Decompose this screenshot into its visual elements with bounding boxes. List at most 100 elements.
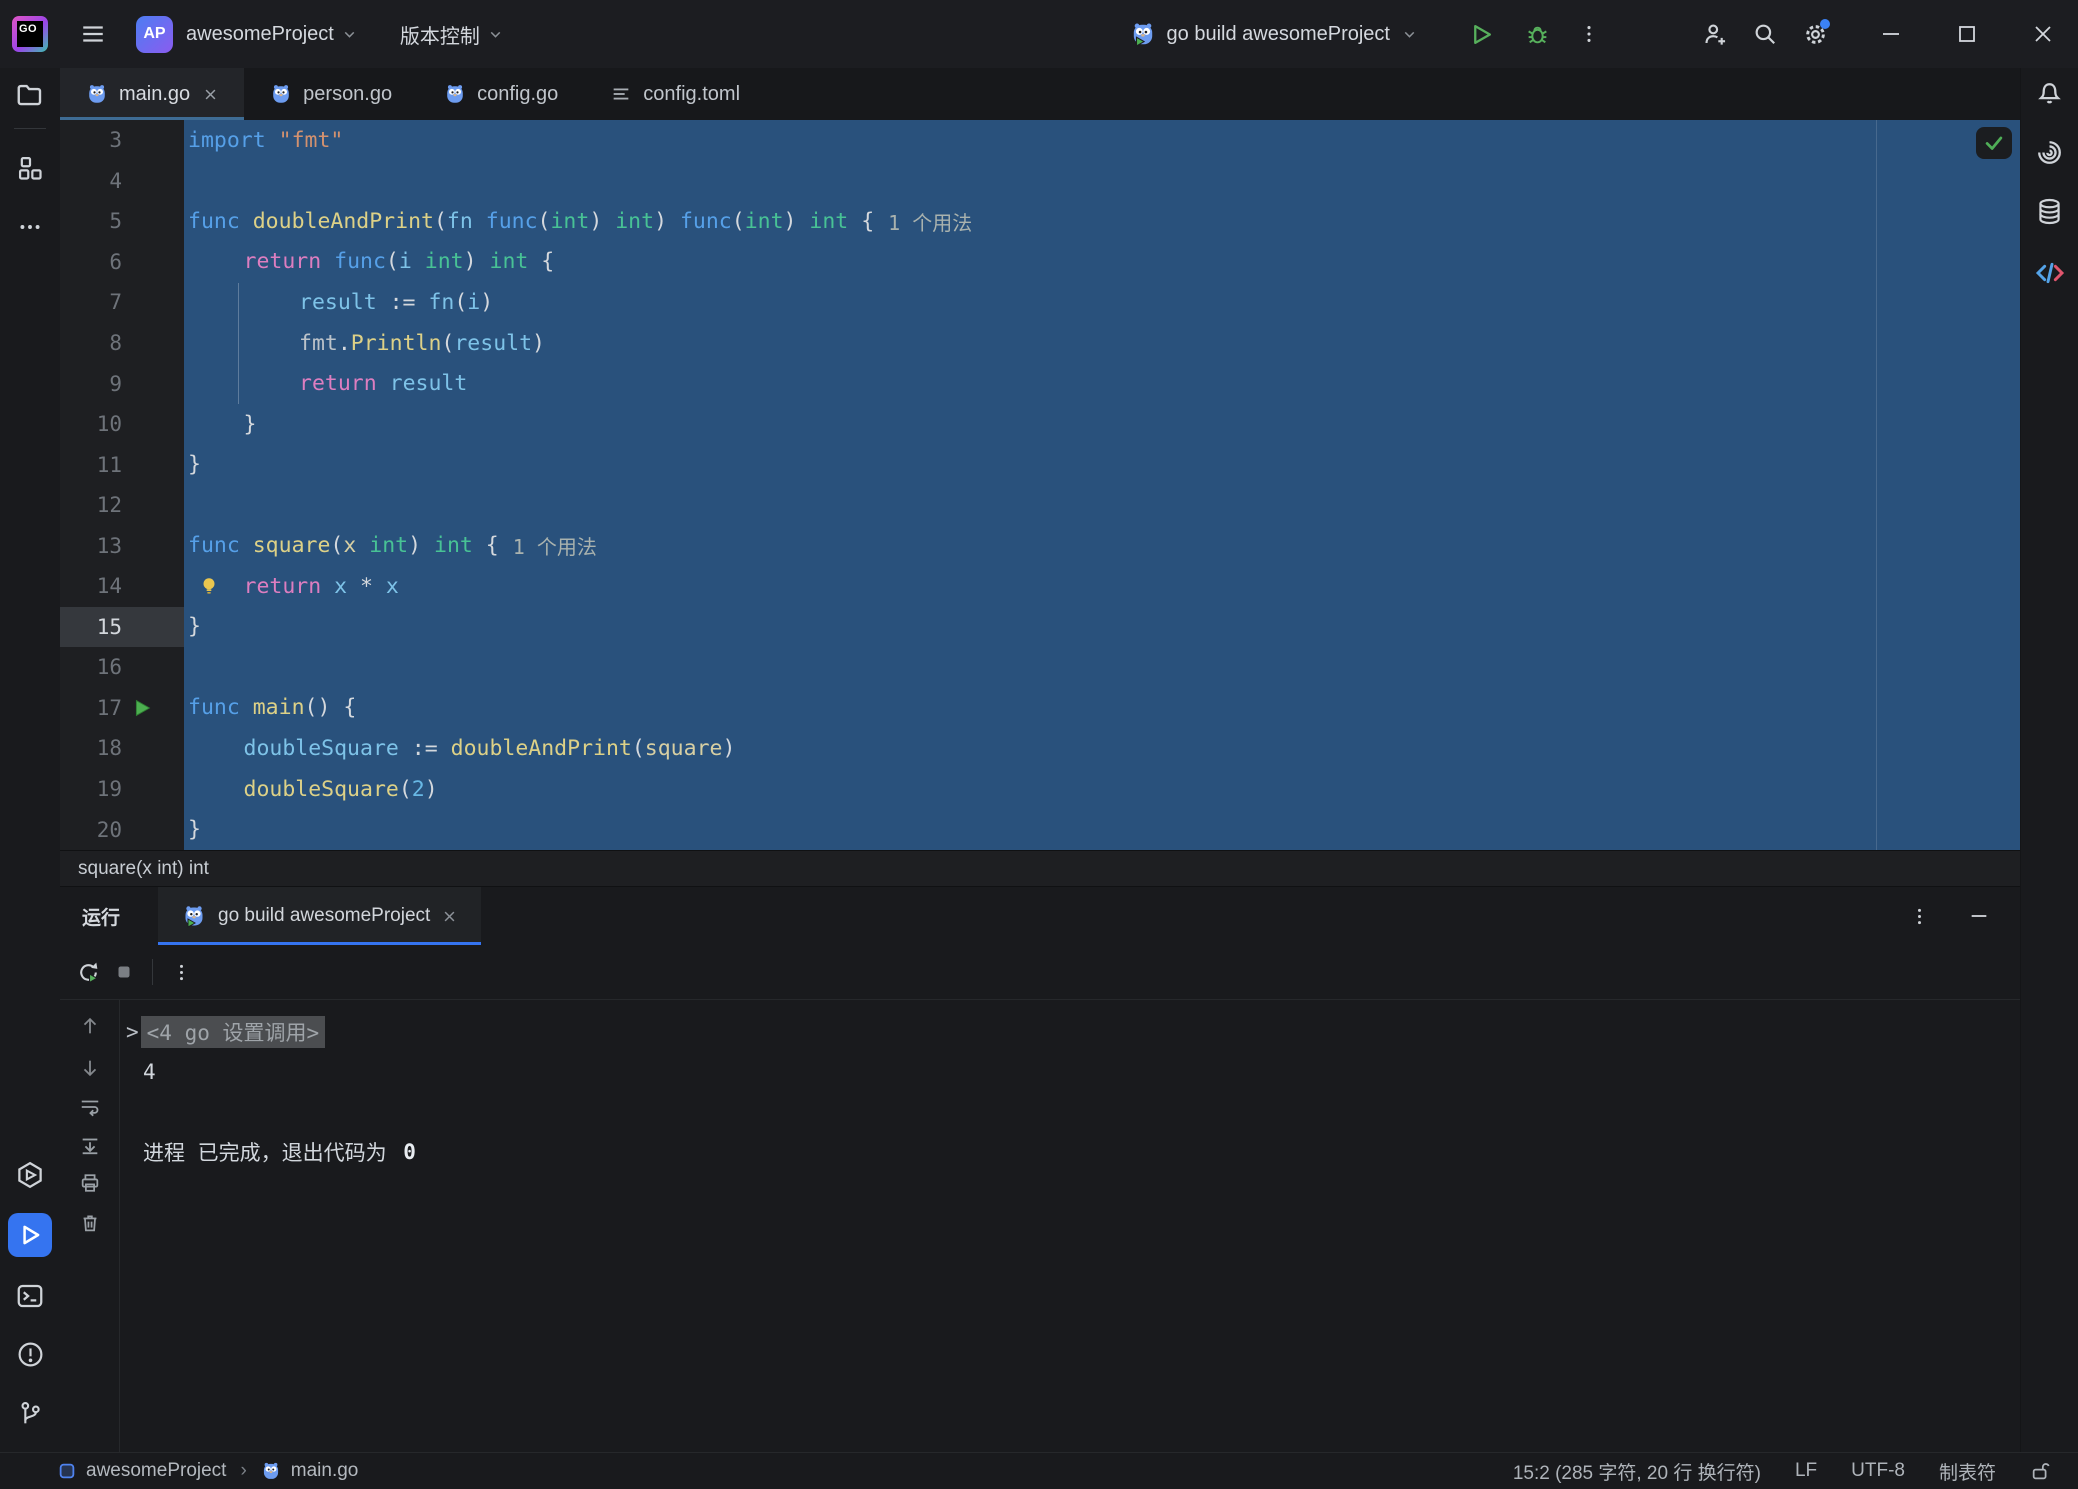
tab-config.go[interactable]: config.go (418, 68, 584, 120)
code-token: doubleSquare (244, 736, 399, 761)
code-line: fmt.Println(result) (184, 323, 2020, 364)
soft-wrap-icon[interactable] (73, 1090, 107, 1124)
usage-hint[interactable]: 1 个用法 (888, 207, 972, 236)
code-token: int (369, 533, 408, 558)
endpoints-code-icon[interactable] (2030, 253, 2070, 293)
window-minimize-button[interactable] (1874, 17, 1908, 51)
services-icon[interactable] (10, 1155, 50, 1195)
title-bar: GO AP awesomeProject 版本控制 go build aweso… (0, 0, 2078, 68)
code-token: Println (351, 331, 442, 356)
vcs-menu[interactable]: 版本控制 (400, 20, 480, 49)
code-token: func (188, 209, 240, 234)
code-token: int (809, 209, 848, 234)
code-token: func (680, 209, 732, 234)
close-icon[interactable] (442, 909, 457, 924)
code-token: i (399, 249, 412, 274)
file-encoding[interactable]: UTF-8 (1851, 1460, 1905, 1482)
tab-person.go[interactable]: person.go (244, 68, 418, 120)
line-number-text: 3 (109, 128, 122, 152)
goland-logo: GO (12, 16, 48, 52)
line-number: 14 (60, 566, 184, 607)
print-icon[interactable] (73, 1166, 107, 1200)
tab-main.go[interactable]: main.go (60, 68, 244, 120)
project-badge[interactable]: AP (136, 16, 173, 53)
rerun-button[interactable] (70, 954, 106, 990)
line-number-text: 16 (97, 655, 122, 679)
run-configuration-selector[interactable]: go build awesomeProject (1130, 21, 1418, 47)
settings-gear-icon[interactable] (1798, 17, 1832, 51)
project-folder-icon[interactable] (10, 75, 50, 115)
version-control-icon[interactable] (10, 1394, 50, 1434)
console-output-text: 4 (143, 1060, 156, 1084)
window-close-button[interactable] (2026, 17, 2060, 51)
console-line: ><4 go 设置调用> (120, 1012, 2020, 1052)
main-menu-icon[interactable] (76, 17, 110, 51)
code-token: } (244, 412, 257, 437)
debug-button[interactable] (1520, 17, 1554, 51)
tab-config.toml[interactable]: config.toml (584, 68, 766, 120)
project-name[interactable]: awesomeProject (186, 23, 334, 46)
run-line-icon[interactable] (132, 697, 153, 718)
code-area[interactable]: import "fmt"func doubleAndPrint(fn func(… (184, 120, 2020, 850)
console-output[interactable]: ><4 go 设置调用>4 进程 已完成，退出代码为 0 (120, 1000, 2020, 1452)
code-line: } (184, 444, 2020, 485)
notifications-bell-icon[interactable] (2030, 71, 2070, 111)
code-token (412, 249, 425, 274)
stop-button[interactable] (106, 954, 142, 990)
console-prompt-arrow: > (126, 1020, 139, 1044)
run-console: ><4 go 设置调用>4 进程 已完成，退出代码为 0 (60, 1000, 2020, 1452)
ai-assistant-icon[interactable] (2030, 132, 2070, 172)
code-token: int (615, 209, 654, 234)
inspections-widget[interactable] (1976, 127, 2012, 159)
console-more-icon[interactable] (163, 954, 199, 990)
structure-icon[interactable] (10, 148, 50, 188)
run-tab[interactable]: go build awesomeProject (158, 887, 481, 945)
code-line: return func(i int) int { (184, 242, 2020, 283)
console-command-hint[interactable]: <4 go 设置调用> (141, 1016, 326, 1048)
run-panel-minimize-icon[interactable] (1962, 899, 1996, 933)
prev-occurrence-icon[interactable] (73, 1009, 107, 1043)
line-number: 15 (60, 607, 184, 648)
indent-style[interactable]: 制表符 (1939, 1458, 1996, 1485)
scroll-to-end-icon[interactable] (73, 1128, 107, 1162)
left-tool-rail (0, 68, 60, 1452)
usage-hint[interactable]: 1 个用法 (513, 531, 597, 560)
breadcrumb-file[interactable]: main.go (291, 1460, 359, 1482)
line-number-text: 5 (109, 209, 122, 233)
run-toolbar (60, 945, 2020, 1000)
clear-console-icon[interactable] (73, 1206, 107, 1240)
editor[interactable]: 34567891011121314151617181920 import "fm… (60, 120, 2020, 850)
chevron-down-icon (487, 26, 504, 43)
search-icon[interactable] (1748, 17, 1782, 51)
close-icon[interactable] (203, 87, 218, 102)
code-token: int (425, 249, 464, 274)
breadcrumb-project[interactable]: awesomeProject (86, 1460, 226, 1482)
tab-label: main.go (119, 83, 190, 106)
next-occurrence-icon[interactable] (73, 1051, 107, 1085)
code-token: . (338, 331, 351, 356)
caret-position[interactable]: 15:2 (285 字符, 20 行 换行符) (1513, 1458, 1761, 1485)
problems-icon[interactable] (10, 1334, 50, 1374)
more-actions-icon[interactable] (1572, 17, 1606, 51)
code-line: return result (184, 363, 2020, 404)
database-icon[interactable] (2030, 191, 2070, 231)
code-token: fn (428, 290, 454, 315)
gopher-file-icon (444, 83, 466, 105)
intention-bulb-icon[interactable] (198, 575, 220, 597)
run-panel-more-icon[interactable] (1902, 899, 1936, 933)
terminal-icon[interactable] (10, 1276, 50, 1316)
window-maximize-button[interactable] (1950, 17, 1984, 51)
add-user-icon[interactable] (1698, 17, 1732, 51)
run-button[interactable] (1464, 17, 1498, 51)
code-token: ) (722, 736, 735, 761)
code-token: * (347, 574, 386, 599)
run-tool-window-icon[interactable] (8, 1213, 52, 1257)
line-ending[interactable]: LF (1795, 1460, 1817, 1482)
code-token: ) (480, 290, 493, 315)
unlock-icon[interactable] (2030, 1460, 2052, 1482)
more-tool-windows-icon[interactable] (10, 207, 50, 247)
code-token: func (334, 249, 386, 274)
line-number-text: 10 (97, 412, 122, 436)
code-line: func doubleAndPrint(fn func(int) int) fu… (184, 201, 2020, 242)
code-token: } (188, 614, 201, 639)
